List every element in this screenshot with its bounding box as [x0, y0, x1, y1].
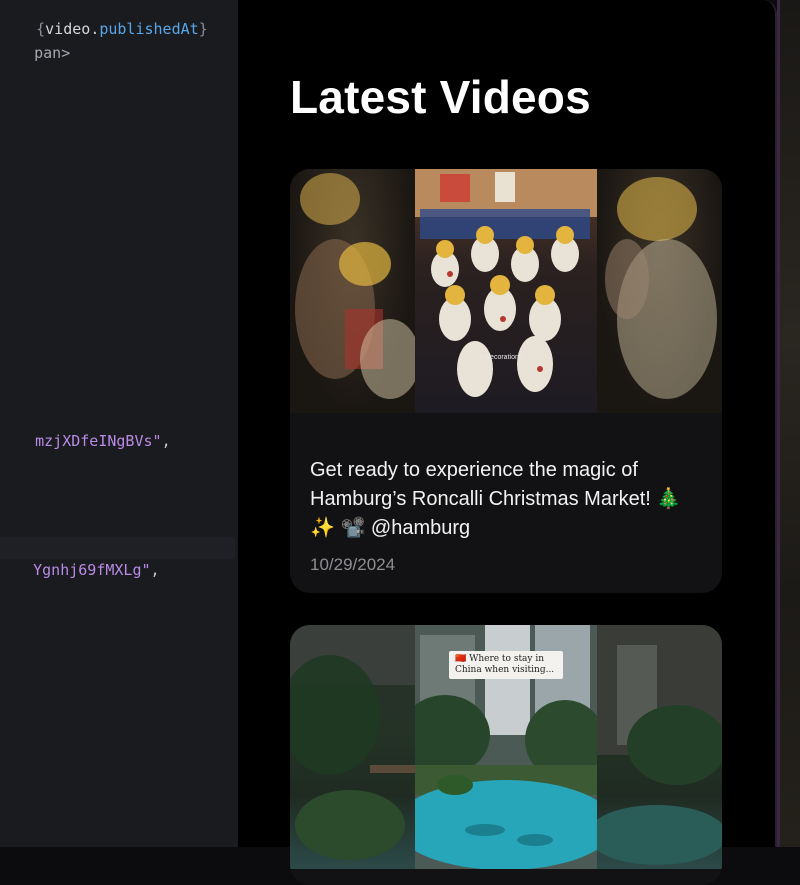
video-card[interactable]: 🇨🇳 Where to stay in China when visiting.…: [290, 625, 722, 885]
video-title[interactable]: Get ready to experience the magic of Ham…: [310, 456, 702, 543]
code-token: Ygnhj69fMXLg": [33, 561, 151, 579]
window-edge: [777, 0, 800, 847]
code-token: }: [198, 20, 208, 38]
code-line: Ygnhj69fMXLg",: [0, 537, 235, 579]
thumbnail-caption: 🇨🇳 Where to stay in China when visiting.…: [449, 651, 563, 679]
code-editor-pane[interactable]: {video.publishedAt} pan> mzjXDfeINgBVs",…: [0, 0, 238, 847]
thumbnail-main-frame: [415, 169, 597, 413]
video-card-body: Get ready to experience the magic of Ham…: [290, 413, 722, 575]
code-line: mzjXDfeINgBVs",: [0, 408, 170, 450]
video-date: 10/29/2024: [310, 555, 396, 574]
thumbnail-blur-left: [290, 625, 415, 869]
video-thumbnail[interactable]: 🇨🇳 Where to stay in China when visiting.…: [290, 625, 722, 869]
thumbnail-blur-left: [290, 169, 415, 413]
thumbnail-blur-right: [597, 625, 722, 869]
preview-pane: Latest Videos or decorations. Get ready …: [238, 0, 777, 885]
code-line: pan>: [0, 20, 70, 62]
code-token: pan>: [34, 44, 71, 62]
video-card[interactable]: or decorations. Get ready to experience …: [290, 169, 722, 593]
code-token: mzjXDfeINgBVs": [35, 432, 162, 450]
video-thumbnail[interactable]: or decorations.: [290, 169, 722, 413]
code-token: .: [90, 20, 100, 38]
thumbnail-blur-right: [597, 169, 722, 413]
page-title: Latest Videos: [290, 71, 591, 123]
thumbnail-caption: or decorations.: [478, 354, 525, 361]
code-token: ,: [161, 432, 171, 450]
code-line: {video.publishedAt}: [0, 0, 208, 38]
code-token: publishedAt: [99, 20, 199, 38]
code-token: ,: [150, 561, 160, 579]
